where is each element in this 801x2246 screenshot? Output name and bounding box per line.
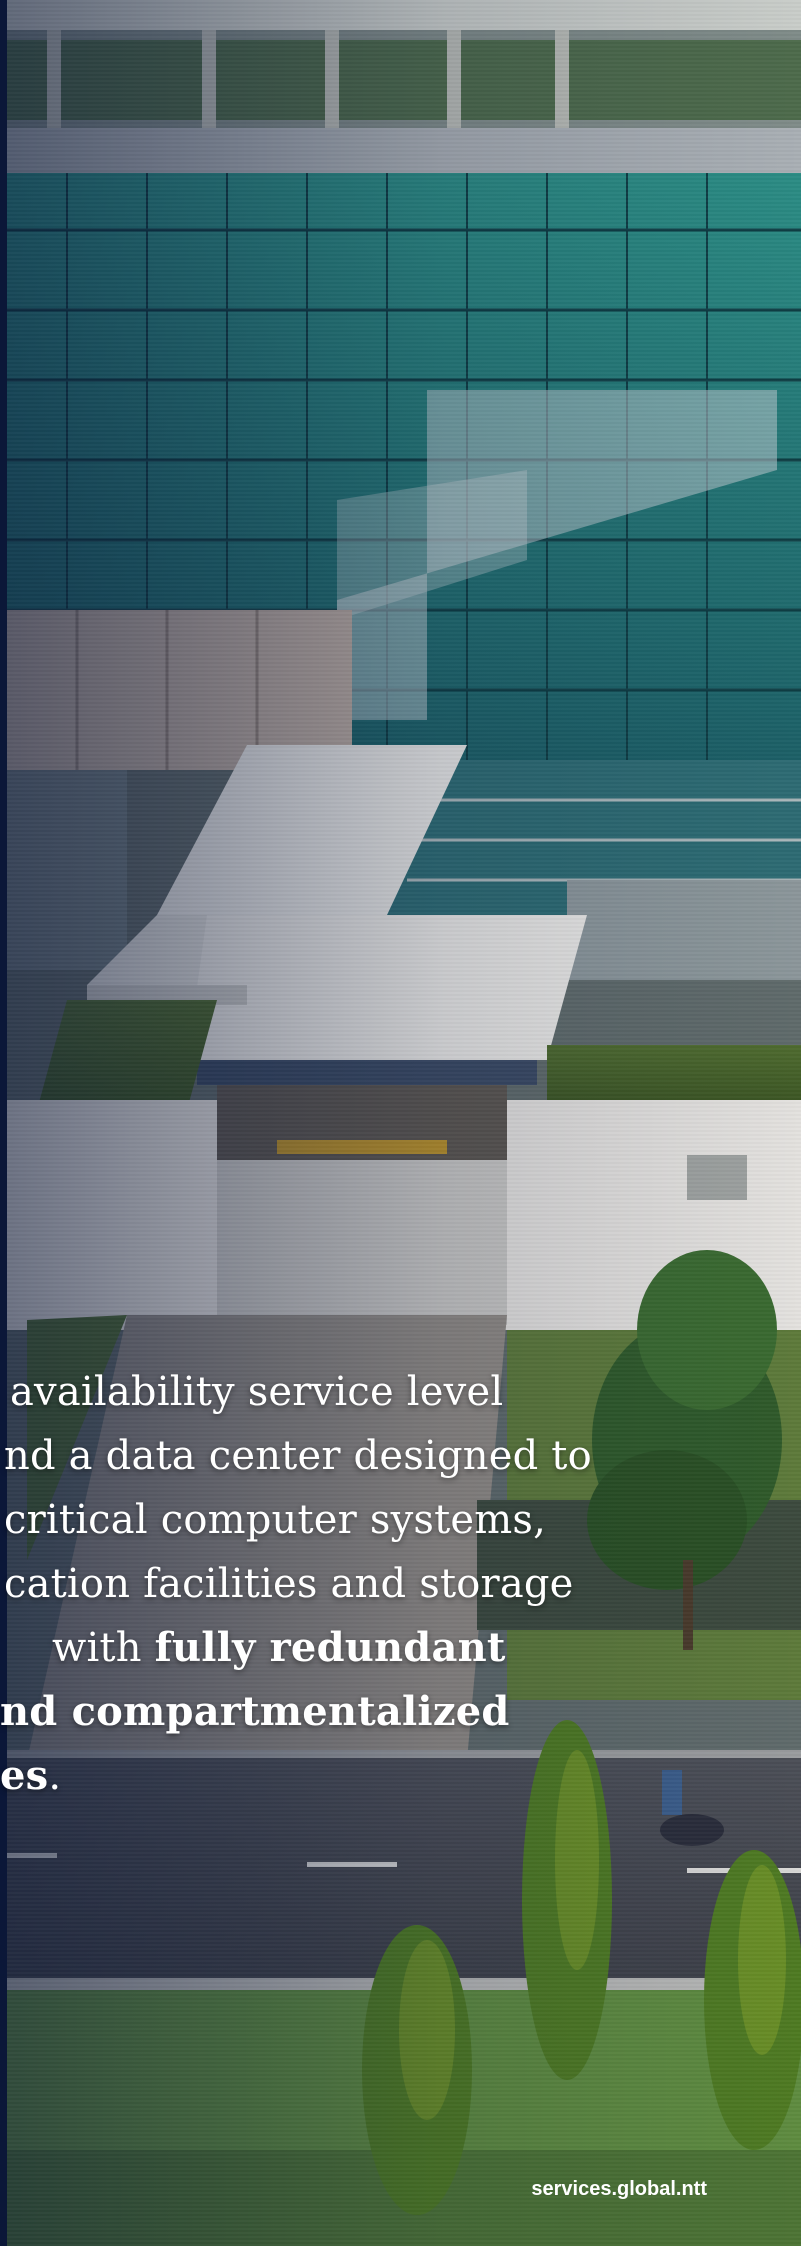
description-line-6-emphasis: nd compartmentalized: [0, 1688, 510, 1735]
description-line-5: with fully redundant: [0, 1616, 600, 1680]
description-line-7-emphasis: es: [0, 1752, 49, 1799]
description-line-6: nd compartmentalized: [0, 1680, 600, 1744]
description-line-5-emphasis: fully redundant: [154, 1624, 506, 1671]
description-line-1: availability service level: [10, 1369, 504, 1415]
description-text: availability service level nd a data cen…: [0, 1360, 600, 1808]
data-center-photo: [7, 0, 801, 2246]
description-line-7-suffix: .: [48, 1753, 62, 1799]
description-line-3: critical computer systems,: [4, 1497, 547, 1543]
left-edge-bar: [0, 0, 7, 2246]
description-line-7: es.: [0, 1744, 600, 1808]
description-line-4: cation facilities and storage: [4, 1561, 574, 1607]
description-line-2: nd a data center designed to: [4, 1433, 592, 1479]
hero-section: availability service level nd a data cen…: [0, 0, 801, 2246]
description-line-5-prefix: with: [52, 1625, 155, 1671]
footer-website-link[interactable]: services.global.ntt: [531, 2178, 707, 2201]
